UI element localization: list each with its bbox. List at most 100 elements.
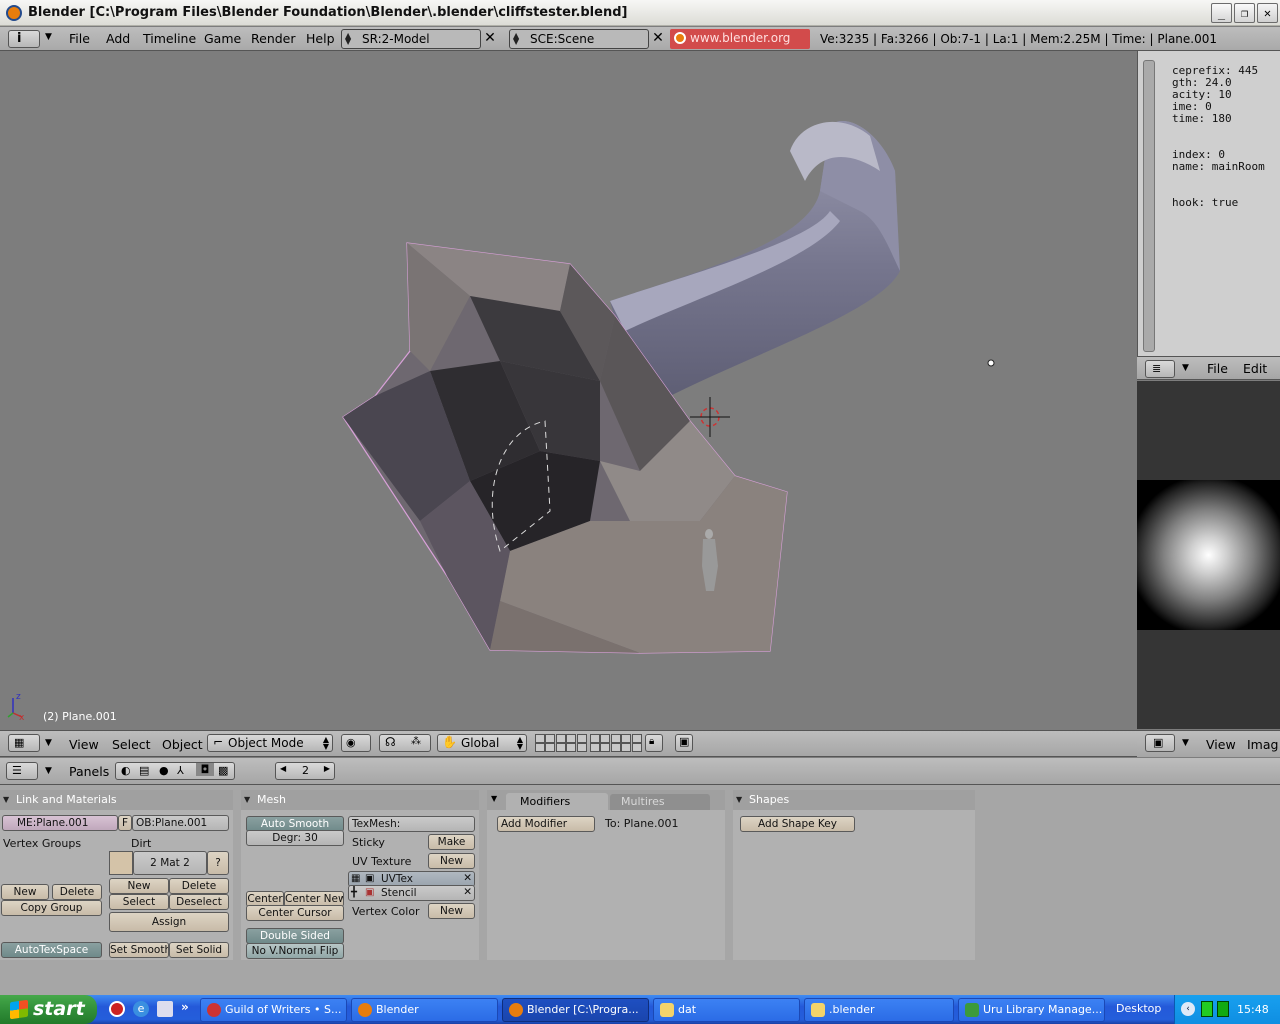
object-icon[interactable]: ⅄ — [177, 764, 184, 777]
task-blender[interactable]: Blender — [351, 998, 498, 1022]
menu-view[interactable]: View — [69, 737, 99, 752]
layer-button[interactable] — [535, 743, 545, 752]
editor-type-image-button[interactable]: ▣ — [1145, 734, 1175, 752]
menu-object[interactable]: Object — [162, 737, 203, 752]
sticky-make-button[interactable]: Make — [428, 834, 475, 850]
material-color-swatch[interactable] — [109, 851, 133, 875]
object-name-field[interactable]: OB:Plane.001 — [132, 815, 229, 831]
uv-texture-new-button[interactable]: New — [428, 853, 475, 869]
vgroup-delete-button[interactable]: Delete — [52, 884, 102, 900]
set-smooth-button[interactable]: Set Smooth — [109, 942, 169, 958]
image-menu-image[interactable]: Imag — [1247, 737, 1278, 752]
layer-button[interactable] — [576, 743, 587, 752]
layer-button[interactable] — [576, 734, 587, 743]
screen-selector[interactable]: ▲ ▼ SR:2-Model — [341, 29, 481, 49]
task-uru-library[interactable]: Uru Library Manage... — [958, 998, 1105, 1022]
chevron-left-icon[interactable]: ‹ — [1181, 1002, 1195, 1016]
add-modifier-button[interactable]: Add Modifier — [497, 816, 595, 832]
text-editor[interactable]: ceprefix: 445 gth: 24.0 acity: 10 ime: 0… — [1137, 51, 1280, 356]
render-view-button[interactable]: ▣ — [675, 734, 693, 752]
layer-button[interactable] — [600, 734, 611, 743]
collapse-triangle-icon[interactable]: ▼ — [491, 794, 497, 803]
layer-button[interactable] — [621, 734, 632, 743]
panel-title[interactable]: Shapes — [733, 790, 975, 810]
mode-selector[interactable]: ⌐ Object Mode ▲ ▼ — [207, 734, 333, 752]
text-menu-edit[interactable]: Edit — [1243, 361, 1267, 376]
task-blender-active[interactable]: Blender [C:\Progra... — [502, 998, 649, 1022]
chevron-right-icon[interactable]: » — [181, 1000, 189, 1014]
editor-type-text-button[interactable]: ≣ — [1145, 360, 1175, 378]
render-layer-icon[interactable]: ▣ — [365, 886, 374, 900]
collapse-triangle-icon[interactable]: ▼ — [45, 738, 52, 748]
layer-button[interactable] — [631, 734, 642, 743]
close-button[interactable]: ✕ — [1257, 3, 1278, 23]
delete-icon[interactable]: ✕ — [463, 872, 472, 885]
material-index-field[interactable]: 2 Mat 2 — [133, 851, 207, 875]
editing-icon[interactable]: ◘ — [196, 763, 214, 776]
smooth-degree-field[interactable]: Degr: 30 — [246, 830, 344, 846]
mesh-name-field[interactable]: ME:Plane.001 — [2, 815, 118, 831]
text-scrollbar[interactable] — [1143, 60, 1155, 352]
layer-button[interactable] — [566, 743, 577, 752]
task-blender-folder[interactable]: .blender — [804, 998, 954, 1022]
menu-select[interactable]: Select — [112, 737, 151, 752]
editor-type-info-button[interactable]: i — [8, 30, 40, 48]
autotexspace-toggle[interactable]: AutoTexSpace — [1, 942, 102, 958]
layer-button[interactable] — [555, 734, 566, 743]
tab-multires[interactable]: Multires — [610, 794, 710, 810]
layer-button[interactable] — [555, 743, 566, 752]
material-assign-button[interactable]: Assign — [109, 912, 229, 932]
image-menu-view[interactable]: View — [1206, 737, 1236, 752]
menu-render[interactable]: Render — [251, 31, 296, 46]
show-desktop-icon[interactable] — [157, 1001, 173, 1017]
layer-button[interactable] — [590, 743, 600, 752]
material-deselect-button[interactable]: Deselect — [169, 894, 229, 910]
editor-type-buttons-button[interactable]: ☰ — [6, 762, 38, 780]
delete-scene-button[interactable]: ✕ — [649, 29, 667, 49]
logic-icon[interactable]: ◐ — [121, 764, 131, 777]
task-dat-folder[interactable]: dat — [653, 998, 800, 1022]
3d-viewport[interactable]: z x (2) Plane.001 — [0, 51, 1135, 730]
double-sided-toggle[interactable]: Double Sided — [246, 928, 344, 944]
layer-button[interactable] — [600, 743, 611, 752]
panel-title[interactable]: Link and Materials — [0, 790, 233, 810]
text-menu-file[interactable]: File — [1207, 361, 1228, 376]
layer-button[interactable] — [621, 743, 632, 752]
layer-button[interactable] — [566, 734, 577, 743]
menu-help[interactable]: Help — [306, 31, 335, 46]
menu-add[interactable]: Add — [106, 31, 130, 46]
menu-game[interactable]: Game — [204, 31, 241, 46]
material-select-button[interactable]: Select — [109, 894, 169, 910]
vertex-color-new-button[interactable]: New — [428, 903, 475, 919]
stencil-layer[interactable]: ╋ ▣ Stencil ✕ — [348, 885, 475, 901]
orientation-selector[interactable]: ✋ Global ▲ ▼ — [437, 734, 527, 752]
material-new-button[interactable]: New — [109, 878, 169, 894]
collapse-triangle-icon[interactable]: ▼ — [45, 766, 52, 776]
minimize-button[interactable]: _ — [1211, 3, 1232, 23]
shading-icon[interactable]: ● — [159, 764, 169, 777]
volume-icon[interactable] — [1217, 1001, 1229, 1017]
panel-title[interactable]: Mesh — [241, 790, 479, 810]
tab-modifiers[interactable]: Modifiers — [506, 793, 608, 810]
set-solid-button[interactable]: Set Solid — [169, 942, 229, 958]
layer-button[interactable] — [610, 734, 621, 743]
render-layer-icon[interactable]: ▣ — [365, 872, 374, 886]
ie-icon[interactable]: e — [133, 1001, 149, 1017]
maximize-button[interactable]: ❐ — [1234, 3, 1255, 23]
delete-screen-button[interactable]: ✕ — [481, 29, 499, 49]
start-button[interactable]: start — [0, 995, 97, 1024]
blender-url-link[interactable]: www.blender.org 245 — [670, 29, 810, 63]
script-icon[interactable]: ▤ — [139, 764, 149, 777]
menu-file[interactable]: File — [69, 31, 90, 46]
copy-group-button[interactable]: Copy Group — [1, 900, 102, 916]
draw-type-button[interactable]: ◉ — [341, 734, 371, 752]
vgroup-new-button[interactable]: New — [1, 884, 49, 900]
layer-buttons-1[interactable] — [535, 734, 587, 752]
desktop-toolbar-label[interactable]: Desktop — [1116, 1002, 1161, 1015]
text-content[interactable]: ceprefix: 445 gth: 24.0 acity: 10 ime: 0… — [1172, 65, 1265, 209]
pivot-button[interactable]: ☊ ⁂ — [379, 734, 431, 752]
layer-button[interactable] — [545, 743, 556, 752]
layer-buttons-2[interactable] — [590, 734, 642, 752]
collapse-triangle-icon[interactable]: ▼ — [1182, 363, 1189, 373]
opera-icon[interactable] — [109, 1001, 125, 1017]
